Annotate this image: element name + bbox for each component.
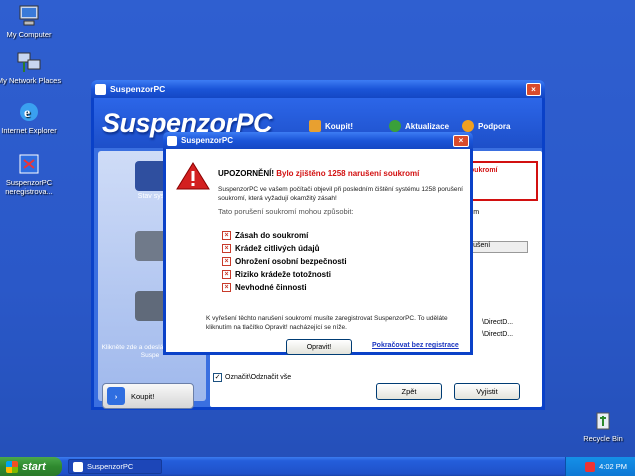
- threat-item: × Zásah do soukromí: [222, 231, 308, 240]
- dialog-subheading: Tato porušení soukromí mohou způsobit:: [218, 207, 354, 216]
- left-buy-button[interactable]: › Koupit!: [102, 383, 194, 409]
- desktop-icon-label: Recycle Bin: [583, 434, 623, 443]
- heading-alert: Bylo zjištěno 1258 narušení soukromí: [276, 169, 420, 178]
- dialog-description: SuspenzorPC ve vašem počítači objevil př…: [218, 186, 463, 202]
- check-all-toggle[interactable]: ✓ Označit\Odznačit vše: [213, 373, 291, 382]
- window-app-icon: [95, 83, 106, 95]
- main-window-title: SuspenzorPC: [110, 84, 166, 94]
- tray-app-icon[interactable]: [585, 461, 596, 472]
- dialog-app-icon: [167, 135, 177, 146]
- path-row: \DirectD...: [482, 319, 514, 326]
- back-button[interactable]: Zpět: [376, 383, 442, 400]
- dialog-footer-text: K vyřešení těchto narušení soukromí musí…: [206, 315, 448, 331]
- suspenzorpc-app-icon: [16, 152, 42, 176]
- windows-flag-icon: [6, 460, 18, 473]
- main-window-titlebar[interactable]: SuspenzorPC ×: [91, 80, 545, 98]
- desktop-icon-label: Internet Explorer: [1, 126, 57, 135]
- svg-text:e: e: [24, 106, 30, 121]
- dialog-titlebar[interactable]: SuspenzorPC ×: [163, 132, 473, 149]
- threat-x-icon: ×: [222, 270, 231, 279]
- exit-button[interactable]: Vyjistit: [454, 383, 520, 400]
- dialog-body: UPOZORNĚNÍ! Bylo zjištěno 1258 narušení …: [166, 149, 470, 355]
- desktop-icon-recycle-bin[interactable]: Recycle Bin: [568, 408, 635, 443]
- heading-prefix: UPOZORNĚNÍ!: [218, 169, 274, 178]
- desktop-icon-label: SuspenzorPC neregistrova...: [5, 178, 53, 196]
- check-all-checkbox[interactable]: ✓: [213, 373, 222, 382]
- start-button[interactable]: start: [0, 457, 62, 476]
- update-link[interactable]: Aktualizace: [389, 120, 449, 132]
- threat-x-icon: ×: [222, 244, 231, 253]
- taskbar-item-suspenzorpc[interactable]: SuspenzorPC: [68, 459, 162, 474]
- taskbar: start SuspenzorPC 4:02 PM: [0, 457, 635, 476]
- support-link[interactable]: Podpora: [462, 120, 510, 132]
- computer-icon: [16, 4, 42, 28]
- tray-clock[interactable]: 4:02 PM: [599, 462, 627, 471]
- support-icon: [462, 120, 474, 132]
- update-icon: [389, 120, 401, 132]
- taskbar-app-icon: [73, 461, 83, 472]
- threat-item: × Krádež citlivých údajů: [222, 244, 319, 253]
- dialog-heading: UPOZORNĚNÍ! Bylo zjištěno 1258 narušení …: [218, 169, 419, 178]
- threat-x-icon: ×: [222, 257, 231, 266]
- threat-item: × Ohrožení osobní bezpečnosti: [222, 257, 347, 266]
- desktop-icon-internet-explorer[interactable]: e Internet Explorer: [0, 100, 64, 135]
- threat-item: × Nevhodné činnosti: [222, 283, 307, 292]
- dialog-close-button[interactable]: ×: [453, 134, 469, 147]
- threat-x-icon: ×: [222, 283, 231, 292]
- internet-explorer-icon: e: [16, 100, 42, 124]
- desktop-icon-label: My Computer: [6, 30, 52, 39]
- dialog-title: SuspenzorPC: [181, 136, 234, 145]
- desktop-icon-suspenzorpc[interactable]: SuspenzorPC neregistrova...: [0, 152, 64, 196]
- threat-item: × Riziko krádeže totožnosti: [222, 270, 331, 279]
- system-tray: 4:02 PM: [565, 457, 635, 476]
- warning-dialog: SuspenzorPC × UPOZORNĚNÍ! Bylo zjištěno …: [163, 132, 473, 355]
- desktop-icon-network-places[interactable]: My Network Places: [0, 50, 64, 85]
- continue-without-registration-link[interactable]: Pokračovat bez registrace: [372, 342, 459, 349]
- recycle-bin-icon: [590, 408, 616, 432]
- arrow-right-icon: ›: [107, 387, 125, 405]
- network-icon: [16, 50, 42, 74]
- buy-link[interactable]: Koupit!: [309, 120, 353, 132]
- desktop-icon-my-computer[interactable]: My Computer: [0, 4, 64, 39]
- threat-x-icon: ×: [222, 231, 231, 240]
- cart-icon: [309, 120, 321, 132]
- repair-button[interactable]: Opravit!: [286, 339, 352, 355]
- path-row: \DirectD...: [482, 331, 514, 338]
- warning-icon: [176, 161, 210, 193]
- desktop-icon-label: My Network Places: [0, 76, 62, 85]
- main-window-close-button[interactable]: ×: [526, 82, 541, 96]
